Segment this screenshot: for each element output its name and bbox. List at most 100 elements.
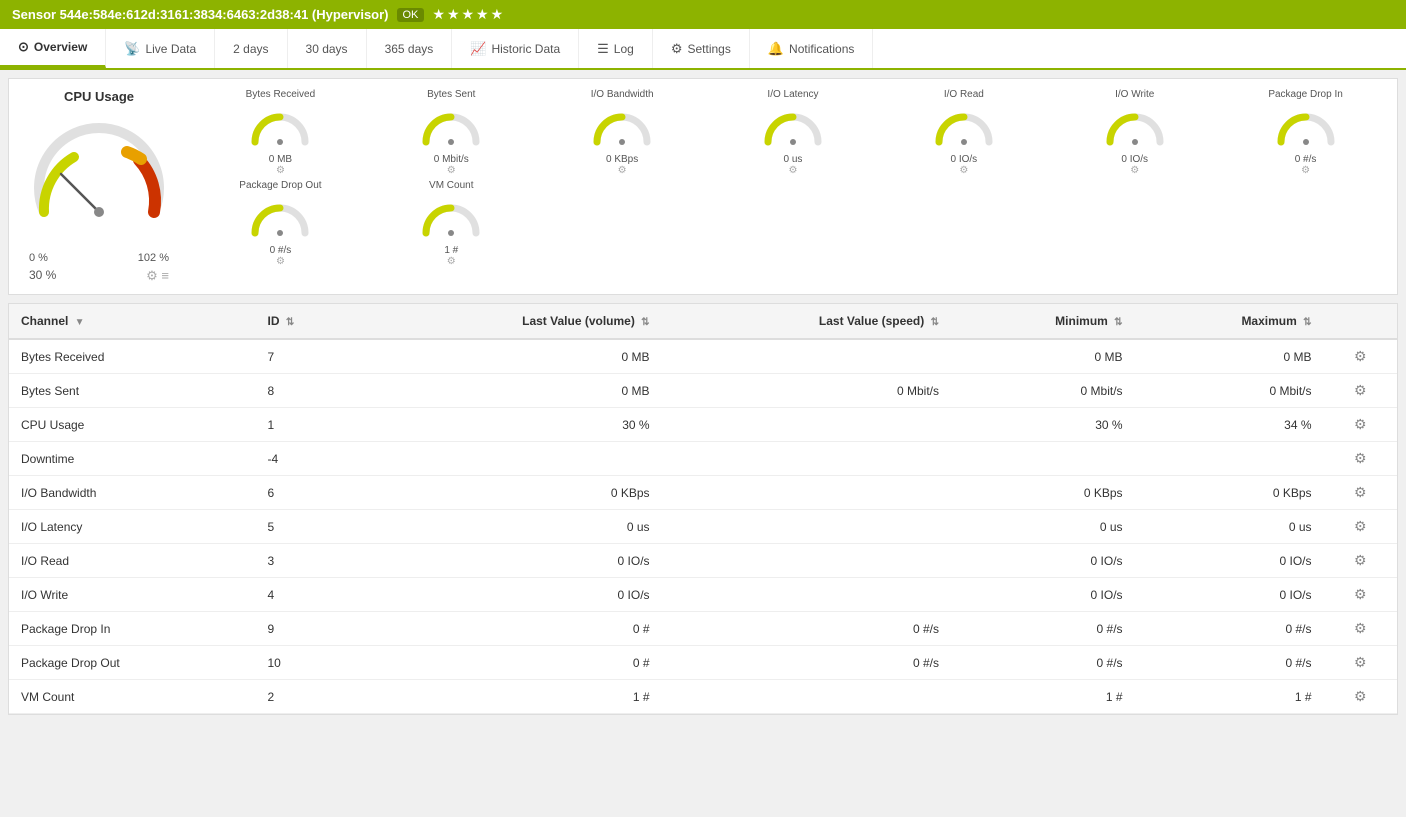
row-settings-icon[interactable]: ⚙	[1354, 348, 1367, 364]
cell-id: 9	[255, 612, 357, 646]
tab-live-data[interactable]: 📡 Live Data	[106, 29, 215, 68]
cell-minimum: 0 #/s	[951, 646, 1135, 680]
cell-settings[interactable]: ⚙	[1324, 408, 1397, 442]
gauge-io-write: I/O Write 0 IO/s ⚙	[1053, 89, 1216, 176]
cell-minimum: 0 KBps	[951, 476, 1135, 510]
gauges-row: CPU Usage 0 % 102 % 30 % ⚙ ≡	[19, 89, 1387, 284]
col-channel[interactable]: Channel ▼	[9, 304, 255, 339]
row-settings-icon[interactable]: ⚙	[1354, 450, 1367, 466]
cell-settings[interactable]: ⚙	[1324, 646, 1397, 680]
table-body: Bytes Received 7 0 MB 0 MB 0 MB ⚙ Bytes …	[9, 339, 1397, 714]
tab-live-data-label: Live Data	[145, 42, 196, 56]
cell-channel: Downtime	[9, 442, 255, 476]
channels-table: Channel ▼ ID ⇅ Last Value (volume) ⇅ Las…	[9, 304, 1397, 714]
cell-channel: VM Count	[9, 680, 255, 714]
col-maximum[interactable]: Maximum ⇅	[1135, 304, 1324, 339]
col-last-volume[interactable]: Last Value (volume) ⇅	[357, 304, 661, 339]
row-settings-icon[interactable]: ⚙	[1354, 518, 1367, 534]
col-minimum[interactable]: Minimum ⇅	[951, 304, 1135, 339]
notification-icon: 🔔	[768, 41, 784, 57]
cpu-max-label: 102 %	[138, 252, 169, 264]
cell-last-speed	[662, 408, 951, 442]
channels-table-section: Channel ▼ ID ⇅ Last Value (volume) ⇅ Las…	[8, 303, 1398, 715]
cell-settings[interactable]: ⚙	[1324, 612, 1397, 646]
row-settings-icon[interactable]: ⚙	[1354, 416, 1367, 432]
cell-settings[interactable]: ⚙	[1324, 442, 1397, 476]
table-row: I/O Latency 5 0 us 0 us 0 us ⚙	[9, 510, 1397, 544]
cell-last-volume: 0 us	[357, 510, 661, 544]
cell-minimum: 0 us	[951, 510, 1135, 544]
tab-overview[interactable]: ⊙ Overview	[0, 29, 106, 68]
gauge-io-bandwidth: I/O Bandwidth 0 KBps ⚙	[541, 89, 704, 176]
cell-settings[interactable]: ⚙	[1324, 374, 1397, 408]
cell-settings[interactable]: ⚙	[1324, 510, 1397, 544]
cell-last-speed	[662, 544, 951, 578]
table-row: I/O Read 3 0 IO/s 0 IO/s 0 IO/s ⚙	[9, 544, 1397, 578]
cell-maximum: 0 Mbit/s	[1135, 374, 1324, 408]
table-row: I/O Bandwidth 6 0 KBps 0 KBps 0 KBps ⚙	[9, 476, 1397, 510]
small-gauges-grid: Bytes Received 0 MB ⚙ Bytes Sent 0 Mbit/…	[199, 89, 1387, 267]
cell-channel: I/O Read	[9, 544, 255, 578]
row-settings-icon[interactable]: ⚙	[1354, 382, 1367, 398]
table-header-row: Channel ▼ ID ⇅ Last Value (volume) ⇅ Las…	[9, 304, 1397, 339]
row-settings-icon[interactable]: ⚙	[1354, 688, 1367, 704]
table-row: VM Count 2 1 # 1 # 1 # ⚙	[9, 680, 1397, 714]
tab-historic-data[interactable]: 📈 Historic Data	[452, 29, 579, 68]
cell-channel: I/O Bandwidth	[9, 476, 255, 510]
cell-maximum: 1 #	[1135, 680, 1324, 714]
cell-minimum: 0 Mbit/s	[951, 374, 1135, 408]
col-id[interactable]: ID ⇅	[255, 304, 357, 339]
cell-maximum: 34 %	[1135, 408, 1324, 442]
cell-settings[interactable]: ⚙	[1324, 578, 1397, 612]
gauge-io-latency: I/O Latency 0 us ⚙	[712, 89, 875, 176]
sensor-title: Sensor 544e:584e:612d:3161:3834:6463:2d3…	[12, 7, 389, 22]
cell-settings[interactable]: ⚙	[1324, 339, 1397, 374]
cell-last-volume: 30 %	[357, 408, 661, 442]
gauge-vm-count: VM Count 1 # ⚙	[370, 180, 533, 267]
row-settings-icon[interactable]: ⚙	[1354, 654, 1367, 670]
gauge-bytes-received: Bytes Received 0 MB ⚙	[199, 89, 362, 176]
gauge-io-read: I/O Read 0 IO/s ⚙	[882, 89, 1045, 176]
cell-id: 10	[255, 646, 357, 680]
cpu-gauge-svg	[19, 112, 179, 252]
cell-settings[interactable]: ⚙	[1324, 476, 1397, 510]
cell-minimum: 0 MB	[951, 339, 1135, 374]
table-row: Bytes Sent 8 0 MB 0 Mbit/s 0 Mbit/s 0 Mb…	[9, 374, 1397, 408]
cell-last-volume: 0 IO/s	[357, 578, 661, 612]
cell-last-speed	[662, 578, 951, 612]
tab-2days[interactable]: 2 days	[215, 29, 287, 68]
cell-settings[interactable]: ⚙	[1324, 680, 1397, 714]
tab-365days[interactable]: 365 days	[367, 29, 453, 68]
row-settings-icon[interactable]: ⚙	[1354, 586, 1367, 602]
cell-id: 4	[255, 578, 357, 612]
cell-last-volume: 0 MB	[357, 339, 661, 374]
tab-notifications[interactable]: 🔔 Notifications	[750, 29, 874, 68]
row-settings-icon[interactable]: ⚙	[1354, 620, 1367, 636]
cell-last-volume: 1 #	[357, 680, 661, 714]
cell-last-volume	[357, 442, 661, 476]
tab-log[interactable]: ☰ Log	[579, 29, 653, 68]
cell-minimum	[951, 442, 1135, 476]
cell-settings[interactable]: ⚙	[1324, 544, 1397, 578]
cell-id: 8	[255, 374, 357, 408]
tab-overview-label: Overview	[34, 40, 87, 54]
cell-last-speed: 0 #/s	[662, 612, 951, 646]
col-last-speed[interactable]: Last Value (speed) ⇅	[662, 304, 951, 339]
cell-minimum: 0 IO/s	[951, 544, 1135, 578]
cell-minimum: 30 %	[951, 408, 1135, 442]
star-rating: ★★★★★	[432, 6, 505, 23]
tab-30days[interactable]: 30 days	[288, 29, 367, 68]
row-settings-icon[interactable]: ⚙	[1354, 552, 1367, 568]
header: Sensor 544e:584e:612d:3161:3834:6463:2d3…	[0, 0, 1406, 29]
cpu-gauge-labels: 0 % 102 %	[29, 252, 169, 264]
cell-id: 6	[255, 476, 357, 510]
cpu-gauge-title: CPU Usage	[64, 89, 134, 104]
gauge-package-drop-in: Package Drop In 0 #/s ⚙	[1224, 89, 1387, 176]
tab-settings[interactable]: ⚙ Settings	[653, 29, 750, 68]
table-row: Downtime -4 ⚙	[9, 442, 1397, 476]
settings-icon: ⚙	[671, 41, 683, 57]
row-settings-icon[interactable]: ⚙	[1354, 484, 1367, 500]
table-row: CPU Usage 1 30 % 30 % 34 % ⚙	[9, 408, 1397, 442]
cpu-settings-icons[interactable]: ⚙ ≡	[146, 268, 169, 284]
cell-maximum	[1135, 442, 1324, 476]
